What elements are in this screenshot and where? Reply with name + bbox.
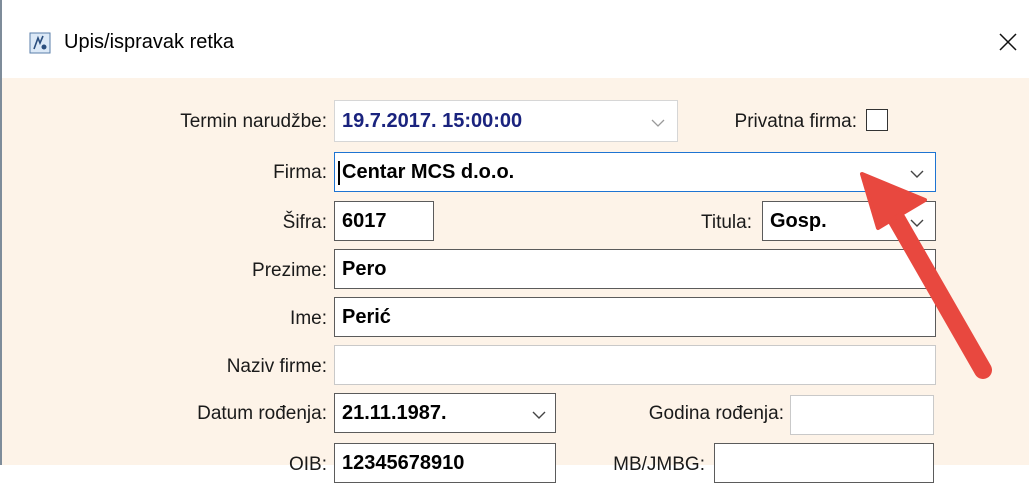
chevron-down-icon[interactable] (909, 217, 925, 229)
dialog-window: Upis/ispravak retka Termin narudžbe: 19.… (0, 0, 1029, 483)
titula-combobox[interactable]: Gosp. (762, 201, 936, 241)
title-bar: Upis/ispravak retka (0, 0, 1029, 78)
ime-field[interactable]: Perić (334, 297, 936, 337)
privatna-firma-checkbox[interactable] (866, 109, 888, 131)
window-title: Upis/ispravak retka (64, 31, 235, 53)
ime-value: Perić (342, 306, 391, 328)
mb-jmbg-label: MB/JMBG: (613, 454, 705, 475)
termin-label: Termin narudžbe: (180, 111, 327, 132)
chevron-down-icon[interactable] (650, 117, 666, 129)
privatna-firma-label: Privatna firma: (734, 111, 857, 132)
titula-value: Gosp. (770, 210, 827, 232)
firma-label: Firma: (273, 162, 327, 183)
mb-jmbg-field[interactable] (714, 443, 934, 483)
sifra-value: 6017 (342, 210, 387, 232)
sifra-field[interactable]: 6017 (334, 201, 434, 241)
firma-combobox[interactable]: Centar MCS d.o.o. (334, 152, 936, 192)
oib-value: 12345678910 (342, 452, 465, 474)
naziv-firme-label: Naziv firme: (226, 356, 327, 377)
prezime-value: Pero (342, 258, 387, 280)
termin-datetime-picker[interactable]: 19.7.2017. 15:00:00 (334, 100, 678, 142)
prezime-label: Prezime: (252, 260, 327, 281)
chevron-down-icon[interactable] (531, 409, 547, 421)
datum-rodjenja-value: 21.11.1987. (342, 402, 447, 424)
close-icon[interactable] (990, 24, 1026, 60)
ime-label: Ime: (290, 308, 327, 329)
naziv-firme-field[interactable] (334, 345, 936, 385)
godina-rodjenja-label: Godina rođenja: (648, 403, 784, 424)
godina-rodjenja-field[interactable] (790, 395, 934, 435)
termin-value: 19.7.2017. 15:00:00 (342, 110, 523, 132)
prezime-field[interactable]: Pero (334, 249, 936, 289)
firma-value: Centar MCS d.o.o. (342, 161, 515, 183)
datum-rodjenja-picker[interactable]: 21.11.1987. (334, 393, 556, 433)
sifra-label: Šifra: (282, 212, 327, 233)
app-icon (29, 32, 51, 54)
text-caret (338, 161, 340, 185)
oib-field[interactable]: 12345678910 (334, 443, 556, 483)
chevron-down-icon[interactable] (909, 168, 925, 180)
titula-label: Titula: (700, 212, 752, 233)
oib-label: OIB: (288, 454, 327, 475)
datum-rodjenja-label: Datum rođenja: (197, 403, 327, 424)
